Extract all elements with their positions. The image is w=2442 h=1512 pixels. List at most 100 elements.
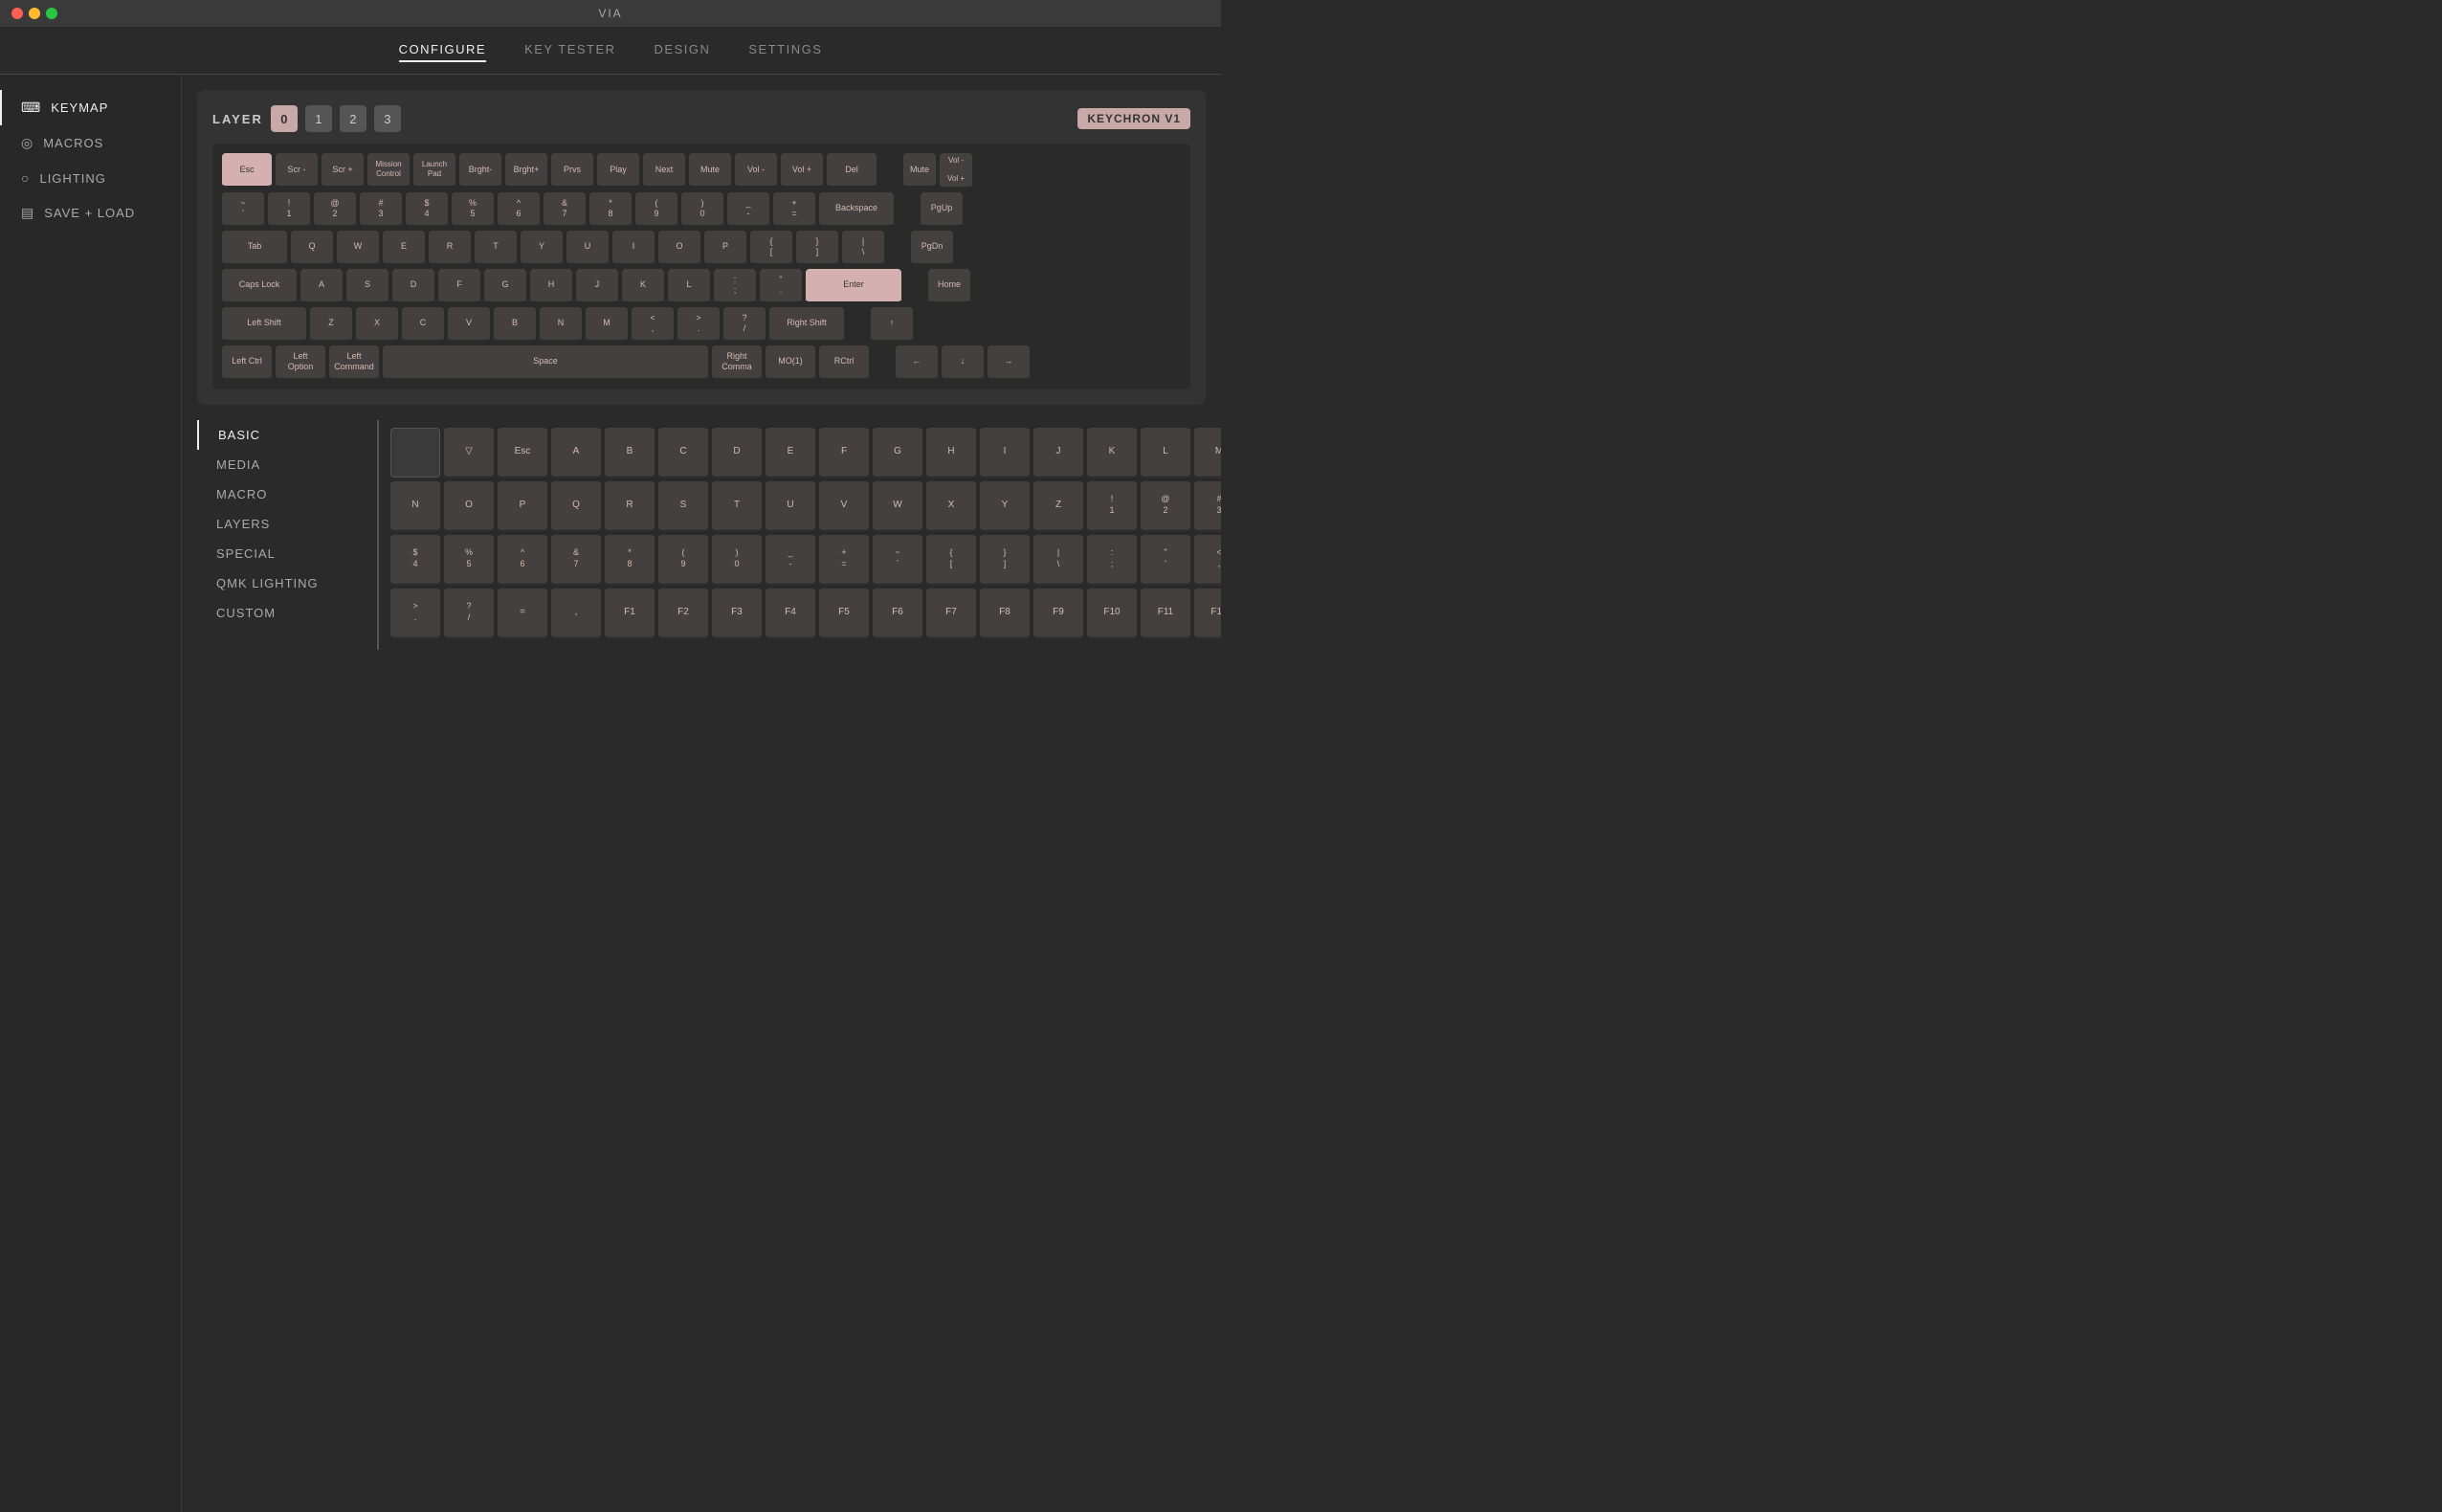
key-n[interactable]: N [540, 307, 582, 342]
key-9[interactable]: (9 [635, 192, 677, 227]
grid-key-f5[interactable]: F5 [819, 589, 869, 638]
grid-key-comma[interactable]: , [551, 589, 601, 638]
key-brght-minus[interactable]: Brght- [459, 153, 501, 188]
grid-key-o[interactable]: O [444, 481, 494, 531]
sidebar-item-lighting[interactable]: ○ LIGHTING [0, 161, 181, 195]
grid-key-percent[interactable]: %5 [444, 535, 494, 585]
grid-key-f11[interactable]: F11 [1141, 589, 1190, 638]
category-special[interactable]: SPECIAL [197, 539, 377, 568]
grid-key-f10[interactable]: F10 [1087, 589, 1137, 638]
tab-design[interactable]: DESIGN [655, 38, 711, 62]
grid-key-f1[interactable]: F1 [605, 589, 655, 638]
layer-2-button[interactable]: 2 [340, 105, 366, 132]
grid-key-r[interactable]: R [605, 481, 655, 531]
grid-key-g[interactable]: G [873, 428, 922, 478]
grid-key-rparen[interactable]: )0 [712, 535, 762, 585]
grid-key-k[interactable]: K [1087, 428, 1137, 478]
grid-key-trns[interactable]: ▽ [444, 428, 494, 478]
key-space[interactable]: Space [383, 345, 708, 380]
grid-key-caret[interactable]: ^6 [498, 535, 547, 585]
key-vol-combo[interactable]: Vol -Vol + [940, 153, 972, 189]
layer-0-button[interactable]: 0 [271, 105, 298, 132]
key-pgdn[interactable]: PgDn [911, 231, 953, 265]
grid-key-y[interactable]: Y [980, 481, 1030, 531]
grid-key-w[interactable]: W [873, 481, 922, 531]
grid-key-tilde[interactable]: ~` [873, 535, 922, 585]
key-e[interactable]: E [383, 231, 425, 265]
key-play[interactable]: Play [597, 153, 639, 188]
category-macro[interactable]: MACRO [197, 479, 377, 509]
maximize-button[interactable] [46, 8, 57, 19]
layer-3-button[interactable]: 3 [374, 105, 401, 132]
key-2[interactable]: @2 [314, 192, 356, 227]
grid-key-f7[interactable]: F7 [926, 589, 976, 638]
grid-key-f3[interactable]: F3 [712, 589, 762, 638]
key-v[interactable]: V [448, 307, 490, 342]
key-z[interactable]: Z [310, 307, 352, 342]
grid-key-rbrace[interactable]: }] [980, 535, 1030, 585]
grid-key-f6[interactable]: F6 [873, 589, 922, 638]
key-vol-plus[interactable]: Vol + [781, 153, 823, 188]
key-bracket-left[interactable]: {[ [750, 231, 792, 265]
layer-1-button[interactable]: 1 [305, 105, 332, 132]
key-esc[interactable]: Esc [222, 153, 272, 188]
key-pgup[interactable]: PgUp [921, 192, 963, 227]
key-i[interactable]: I [612, 231, 655, 265]
grid-key-s[interactable]: S [658, 481, 708, 531]
key-rctrl[interactable]: RCtrl [819, 345, 869, 380]
grid-key-f9[interactable]: F9 [1033, 589, 1083, 638]
key-minus[interactable]: _- [727, 192, 769, 227]
grid-key-lparen[interactable]: (9 [658, 535, 708, 585]
tab-configure[interactable]: CONFIGURE [399, 38, 487, 62]
key-right-shift[interactable]: Right Shift [769, 307, 844, 342]
grid-key-esc[interactable]: Esc [498, 428, 547, 478]
grid-key-dollar[interactable]: $4 [390, 535, 440, 585]
grid-key-e[interactable]: E [766, 428, 815, 478]
key-x[interactable]: X [356, 307, 398, 342]
category-custom[interactable]: CUSTOM [197, 598, 377, 628]
sidebar-item-save-load[interactable]: ▤ SAVE + LOAD [0, 195, 181, 231]
key-mute2[interactable]: Mute [903, 153, 936, 188]
key-a[interactable]: A [300, 269, 343, 303]
key-s[interactable]: S [346, 269, 388, 303]
grid-key-n[interactable]: N [390, 481, 440, 531]
grid-key-at[interactable]: @2 [1141, 481, 1190, 531]
key-6[interactable]: ^6 [498, 192, 540, 227]
key-left[interactable]: ← [896, 345, 938, 380]
tab-settings[interactable]: SETTINGS [748, 38, 822, 62]
grid-key-question[interactable]: ?/ [444, 589, 494, 638]
key-o[interactable]: O [658, 231, 700, 265]
grid-key-lt[interactable]: <, [1194, 535, 1221, 585]
category-basic[interactable]: BASIC [197, 420, 377, 450]
key-1[interactable]: !1 [268, 192, 310, 227]
key-slash[interactable]: ?/ [723, 307, 766, 342]
key-m[interactable]: M [586, 307, 628, 342]
key-h[interactable]: H [530, 269, 572, 303]
grid-key-b[interactable]: B [605, 428, 655, 478]
key-y[interactable]: Y [521, 231, 563, 265]
grid-key-a[interactable]: A [551, 428, 601, 478]
key-r[interactable]: R [429, 231, 471, 265]
key-p[interactable]: P [704, 231, 746, 265]
grid-key-f[interactable]: F [819, 428, 869, 478]
key-backslash[interactable]: |\ [842, 231, 884, 265]
grid-key-m[interactable]: M [1194, 428, 1221, 478]
key-left-shift[interactable]: Left Shift [222, 307, 306, 342]
category-layers[interactable]: LAYERS [197, 509, 377, 539]
key-j[interactable]: J [576, 269, 618, 303]
key-home[interactable]: Home [928, 269, 970, 303]
category-qmk-lighting[interactable]: QMK LIGHTING [197, 568, 377, 598]
key-left-ctrl[interactable]: Left Ctrl [222, 345, 272, 380]
grid-key-lbrace[interactable]: {[ [926, 535, 976, 585]
key-mo1[interactable]: MO(1) [766, 345, 815, 380]
grid-key-c[interactable]: C [658, 428, 708, 478]
grid-key-f2[interactable]: F2 [658, 589, 708, 638]
grid-key-hash[interactable]: #3 [1194, 481, 1221, 531]
grid-key-p[interactable]: P [498, 481, 547, 531]
key-4[interactable]: $4 [406, 192, 448, 227]
grid-key-dquote[interactable]: "' [1141, 535, 1190, 585]
grid-key-h[interactable]: H [926, 428, 976, 478]
category-media[interactable]: MEDIA [197, 450, 377, 479]
key-7[interactable]: &7 [544, 192, 586, 227]
key-next[interactable]: Next [643, 153, 685, 188]
